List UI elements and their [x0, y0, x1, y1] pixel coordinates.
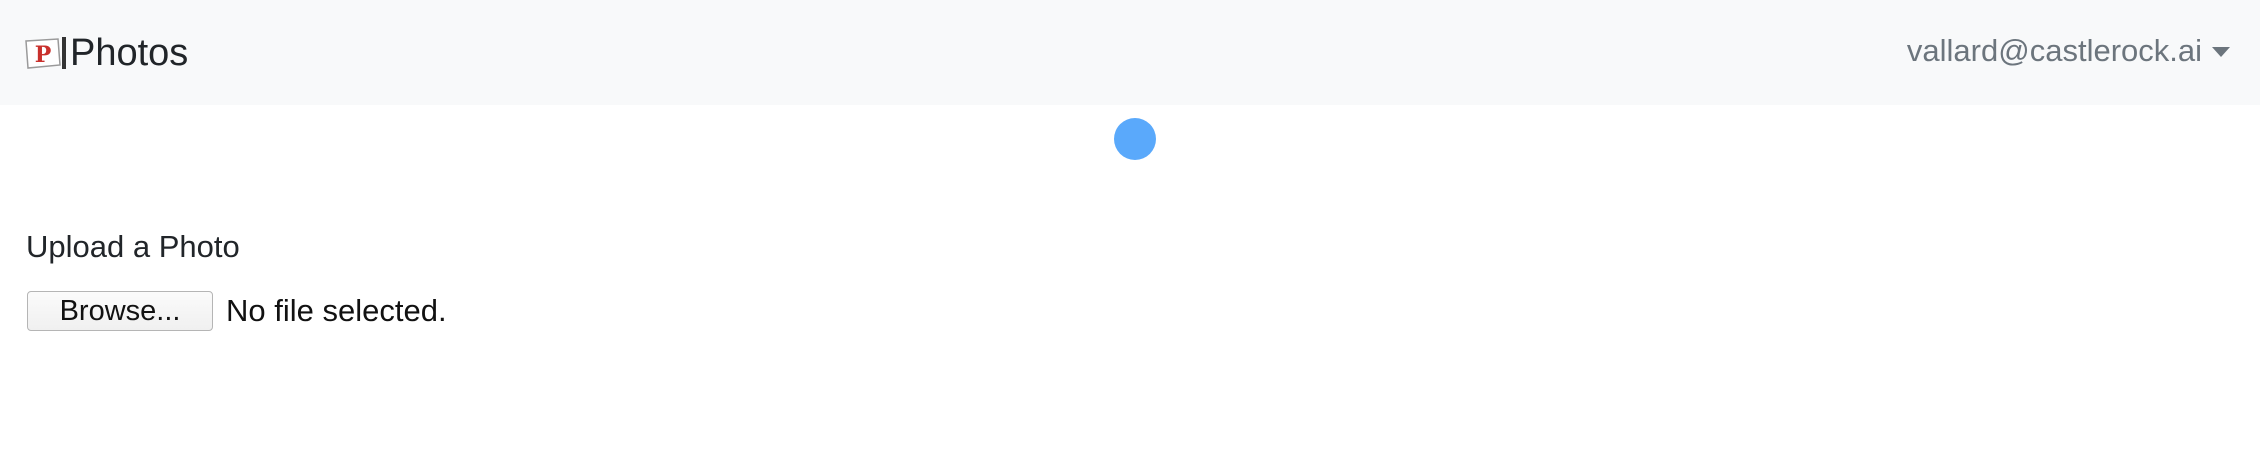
photos-logo-icon: P	[25, 37, 66, 69]
brand-link[interactable]: P Photos	[24, 26, 188, 80]
upload-label: Upload a Photo	[26, 229, 240, 264]
logo-letter: P	[35, 42, 52, 68]
user-email: vallard@castlerock.ai	[1906, 33, 2202, 68]
caret-down-icon	[2212, 47, 2230, 57]
top-navbar: P Photos vallard@castlerock.ai	[0, 0, 2260, 105]
user-menu-dropdown[interactable]: vallard@castlerock.ai	[1907, 26, 2230, 76]
file-status-text: No file selected.	[226, 293, 447, 328]
loading-spinner-icon	[1114, 118, 1156, 160]
file-input[interactable]: Browse... No file selected.	[27, 291, 447, 331]
browse-button[interactable]: Browse...	[27, 291, 213, 331]
brand-title: Photos	[70, 32, 189, 74]
